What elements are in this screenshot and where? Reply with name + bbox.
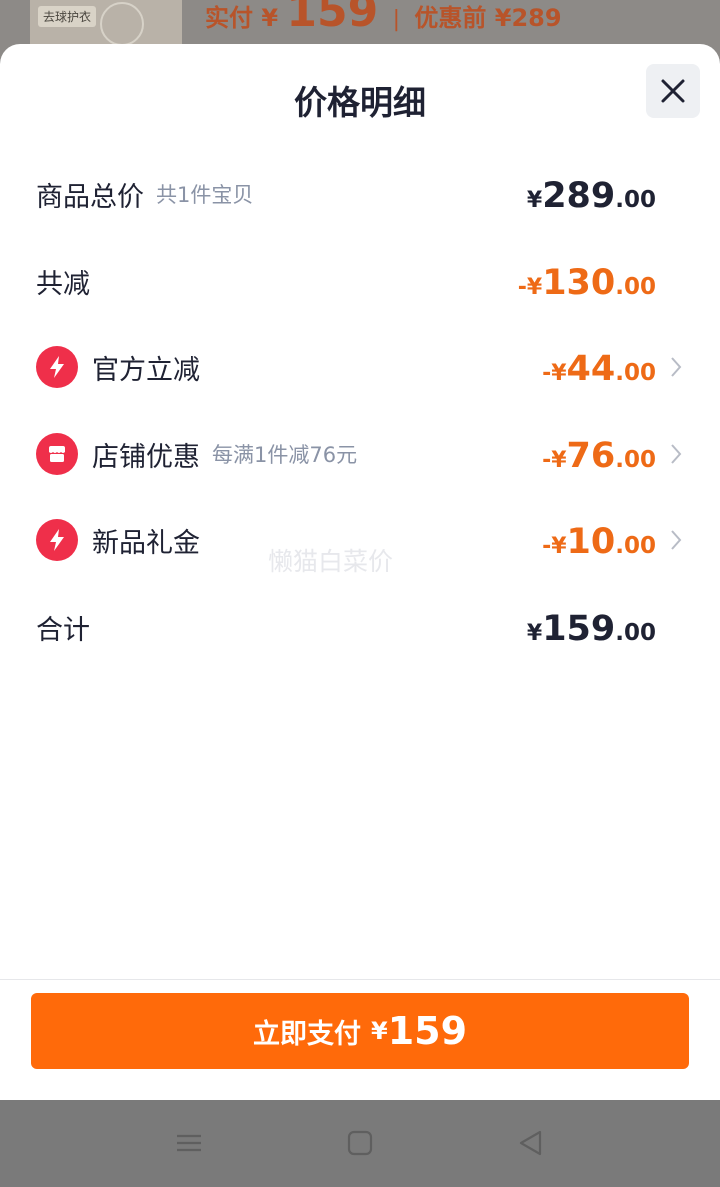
actual-pay-amount: 159	[286, 0, 379, 37]
back-icon[interactable]	[516, 1128, 546, 1158]
shop-icon	[36, 433, 78, 475]
system-nav-bar	[0, 1100, 720, 1187]
watermark: 懒猫白菜价	[268, 547, 394, 576]
thumbnail-graphic	[100, 2, 144, 46]
close-icon	[661, 79, 685, 103]
row-label: 商品总价	[36, 181, 144, 213]
thumbnail-tag: 去球护衣	[38, 6, 97, 27]
pay-button-label: 立即支付	[252, 1018, 361, 1050]
row-label: 合计	[36, 614, 90, 646]
row-amount: -¥ 76 .00	[542, 424, 656, 484]
amount-int: 76	[566, 436, 616, 476]
row-amount: -¥ 130 .00	[518, 251, 656, 311]
amount-int: 44	[566, 349, 616, 389]
row-sub: 共1件宝贝	[156, 183, 254, 207]
lightning-icon	[36, 346, 78, 388]
row-official-discount[interactable]: 官方立减 -¥ 44 .00	[36, 337, 684, 397]
menu-icon[interactable]	[174, 1128, 204, 1158]
price-detail-sheet: 价格明细 商品总价 共1件宝贝 ¥ 289 .00 共减 -¥ 130 .00 …	[0, 44, 720, 1100]
amount-yen: -¥	[517, 275, 543, 300]
home-icon[interactable]	[345, 1128, 375, 1158]
chevron-right-icon	[671, 357, 682, 377]
price-separator: |	[392, 7, 401, 32]
amount-int: 289	[542, 176, 616, 216]
amount-int: 10	[566, 522, 616, 562]
row-amount: -¥ 10 .00	[542, 510, 656, 570]
row-shop-discount[interactable]: 店铺优惠 每满1件减76元 -¥ 76 .00	[36, 424, 684, 484]
pay-button-yen: ¥	[370, 1017, 388, 1045]
amount-yen: -¥	[542, 534, 567, 559]
amount-dec: .00	[615, 360, 656, 386]
row-amount: ¥ 289 .00	[527, 164, 656, 224]
amount-yen: ¥	[526, 188, 543, 213]
pay-button-amount: 159	[387, 1009, 468, 1053]
row-label: 共减	[36, 268, 90, 300]
row-label: 店铺优惠	[92, 441, 200, 473]
amount-dec: .00	[615, 620, 656, 646]
amount-int: 130	[542, 263, 616, 303]
lightning-icon	[36, 519, 78, 561]
actual-pay-label: 实付	[205, 4, 253, 32]
amount-dec: .00	[615, 274, 656, 300]
row-label: 官方立减	[92, 354, 200, 386]
row-grand-total: 合计 ¥ 159 .00	[36, 597, 684, 657]
chevron-right-icon	[671, 444, 682, 464]
row-amount: ¥ 159 .00	[527, 597, 656, 657]
amount-yen: -¥	[542, 448, 567, 473]
sheet-title: 价格明细	[294, 83, 426, 122]
amount-yen: -¥	[542, 361, 567, 386]
background-price: 实付 ¥ 159 | 优惠前 ¥289	[205, 0, 562, 37]
footer-divider	[0, 979, 720, 980]
close-button[interactable]	[646, 64, 700, 118]
row-goods-total: 商品总价 共1件宝贝 ¥ 289 .00	[36, 164, 684, 224]
row-total-discount: 共减 -¥ 130 .00	[36, 251, 684, 311]
pay-now-button[interactable]: 立即支付 ¥ 159	[31, 993, 689, 1069]
amount-dec: .00	[615, 533, 656, 559]
chevron-right-icon	[671, 530, 682, 550]
amount-dec: .00	[615, 187, 656, 213]
row-sub: 每满1件减76元	[212, 443, 358, 467]
actual-pay-yen: ¥	[261, 4, 279, 32]
row-amount: -¥ 44 .00	[542, 337, 656, 397]
before-discount-price: ¥289	[494, 4, 562, 32]
amount-int: 159	[542, 609, 616, 649]
amount-dec: .00	[615, 447, 656, 473]
row-label: 新品礼金	[92, 527, 200, 559]
amount-yen: ¥	[526, 621, 543, 646]
before-discount-label: 优惠前	[414, 4, 487, 32]
